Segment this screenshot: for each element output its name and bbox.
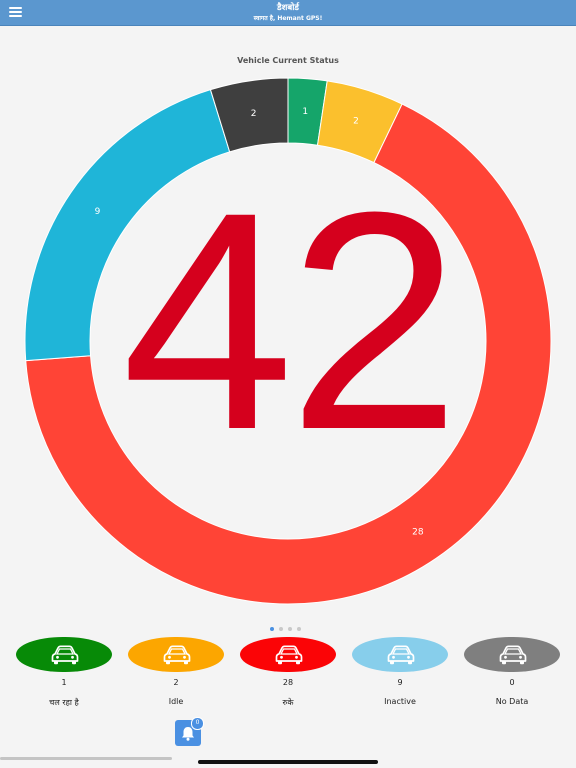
running-count: 1: [61, 678, 67, 687]
total-vehicles-count: 42: [121, 147, 461, 494]
donut-slice-label-idle: 2: [353, 117, 359, 127]
page-dot[interactable]: [288, 627, 292, 631]
status-item-idle[interactable]: 2 Idle: [127, 637, 225, 717]
running-vehicles-button[interactable]: [16, 637, 112, 672]
status-item-running[interactable]: 1 चल रहा है: [15, 637, 113, 717]
status-item-inactive[interactable]: 9 Inactive: [351, 637, 449, 717]
inactive-vehicles-button[interactable]: [352, 637, 448, 672]
home-indicator[interactable]: [198, 760, 378, 764]
no-data-count: 0: [509, 678, 515, 687]
no-data-label: No Data: [495, 697, 529, 706]
inactive-count: 9: [397, 678, 403, 687]
running-label: चल रहा है: [49, 698, 79, 707]
inactive-label: Inactive: [384, 697, 416, 706]
page-indicator[interactable]: [270, 627, 301, 631]
donut-slice-label-no-data: 2: [251, 109, 257, 119]
donut-slice-label-running: 1: [302, 107, 308, 117]
stopped-vehicles-button[interactable]: [240, 637, 336, 672]
status-item-no-data[interactable]: 0 No Data: [463, 637, 561, 717]
no-data-vehicles-button[interactable]: [464, 637, 560, 672]
page-dot[interactable]: [297, 627, 301, 631]
page-dot[interactable]: [279, 627, 283, 631]
idle-vehicles-button[interactable]: [128, 637, 224, 672]
status-item-stopped[interactable]: 28 रुके: [239, 637, 337, 717]
idle-label: Idle: [168, 697, 184, 706]
notification-badge: 0: [191, 717, 204, 730]
horizontal-scrollbar[interactable]: [0, 757, 172, 760]
stopped-label: रुके: [282, 698, 294, 707]
donut-slice-label-stopped: 28: [412, 527, 424, 537]
page-dot[interactable]: [270, 627, 274, 631]
stopped-count: 28: [282, 678, 294, 687]
idle-count: 2: [173, 678, 179, 687]
notifications-button[interactable]: 0: [175, 717, 204, 746]
